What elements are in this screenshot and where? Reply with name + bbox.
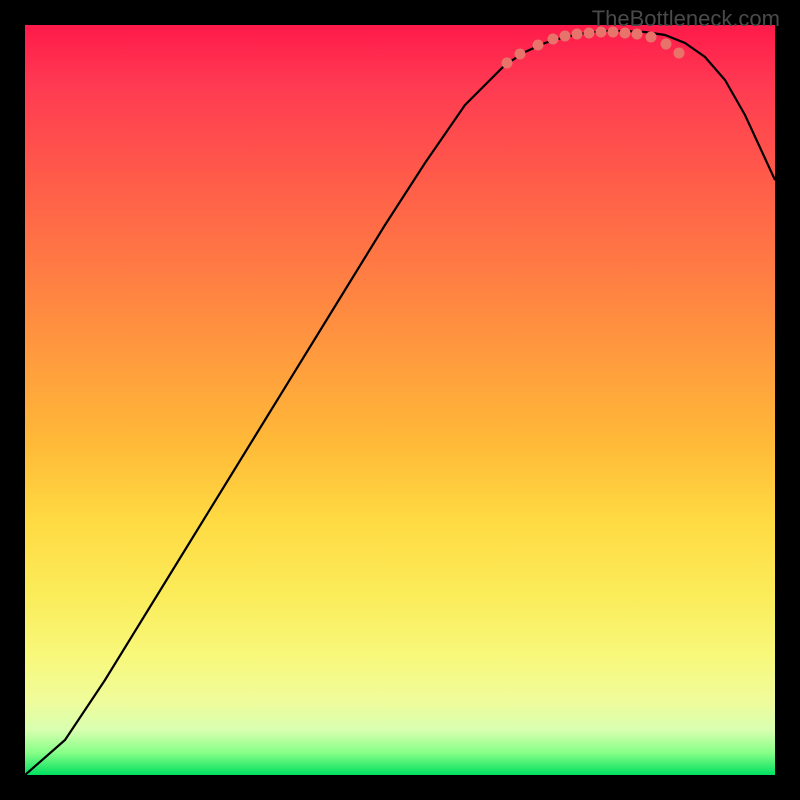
marker-dot — [515, 49, 526, 60]
marker-dot — [674, 48, 685, 59]
plot-area — [25, 25, 775, 775]
marker-dot — [646, 32, 657, 43]
chart-svg — [25, 25, 775, 775]
marker-dot — [560, 31, 571, 42]
bottleneck-curve-line — [25, 31, 775, 775]
marker-dot — [548, 34, 559, 45]
marker-dot — [661, 39, 672, 50]
marker-dot — [533, 40, 544, 51]
watermark-text: TheBottleneck.com — [592, 6, 780, 32]
marker-dot — [572, 29, 583, 40]
marker-dot — [502, 58, 513, 69]
